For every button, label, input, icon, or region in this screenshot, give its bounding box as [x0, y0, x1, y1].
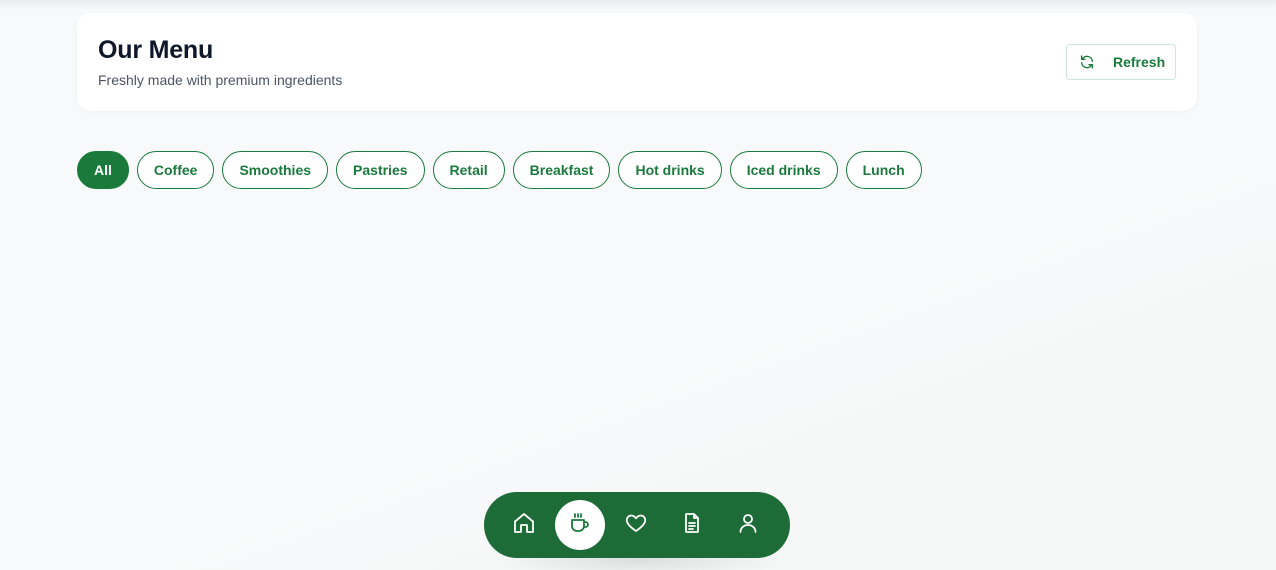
menu-header-card: Our Menu Freshly made with premium ingre… [77, 13, 1197, 111]
page-subtitle: Freshly made with premium ingredients [98, 72, 343, 88]
category-chip-coffee[interactable]: Coffee [136, 151, 215, 189]
document-icon [680, 511, 704, 540]
nav-profile-button[interactable] [723, 500, 773, 550]
category-chip-pastries[interactable]: Pastries [336, 151, 425, 189]
home-icon [512, 511, 536, 540]
nav-menu-button[interactable] [555, 500, 605, 550]
nav-favorites-button[interactable] [611, 500, 661, 550]
nav-home-button[interactable] [499, 500, 549, 550]
nav-orders-button[interactable] [667, 500, 717, 550]
page-title: Our Menu [98, 36, 214, 64]
top-bar-shadow [0, 0, 1276, 10]
refresh-icon [1079, 54, 1095, 70]
category-filter-bar: All Coffee Smoothies Pastries Retail Bre… [77, 151, 922, 189]
category-chip-retail[interactable]: Retail [432, 151, 505, 189]
coffee-cup-icon [568, 511, 592, 540]
refresh-button-label: Refresh [1113, 54, 1166, 70]
refresh-button[interactable]: Refresh [1066, 44, 1176, 80]
category-chip-lunch[interactable]: Lunch [845, 151, 922, 189]
category-chip-breakfast[interactable]: Breakfast [512, 151, 611, 189]
heart-icon [624, 511, 648, 540]
bottom-navigation [484, 492, 790, 558]
category-chip-iced-drinks[interactable]: Iced drinks [729, 151, 838, 189]
category-chip-all[interactable]: All [77, 151, 129, 189]
category-chip-smoothies[interactable]: Smoothies [222, 151, 329, 189]
category-chip-hot-drinks[interactable]: Hot drinks [618, 151, 722, 189]
user-icon [736, 511, 760, 540]
